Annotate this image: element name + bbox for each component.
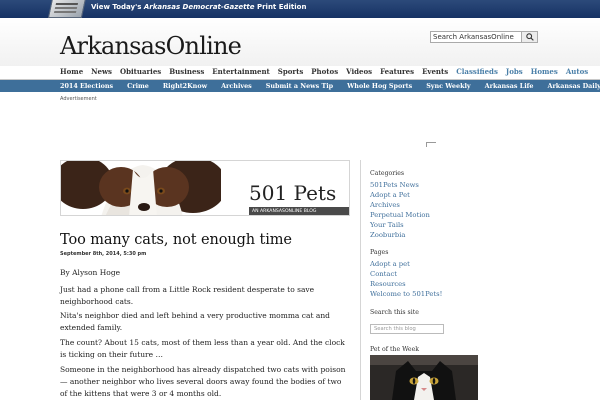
category-link-adopt-a-pet[interactable]: Adopt a Pet xyxy=(370,190,540,200)
magnifier-icon xyxy=(525,33,534,41)
article-paragraph: Just had a phone call from a Little Rock… xyxy=(60,285,315,306)
page-link-welcome[interactable]: Welcome to 501Pets! xyxy=(370,289,540,299)
nav-item-classifieds[interactable]: Classifieds xyxy=(456,67,498,79)
main-nav: Home News Obituaries Business Entertainm… xyxy=(60,67,588,79)
article-date: September 8th, 2014, 5:30 pm xyxy=(60,251,147,257)
nav-item-homes[interactable]: Homes xyxy=(531,67,558,79)
nav-item-photos[interactable]: Photos xyxy=(311,67,338,79)
subnav-item-whole-hog[interactable]: Whole Hog Sports xyxy=(347,82,412,90)
sidebar-pages: Pages Adopt a pet Contact Resources Welc… xyxy=(370,249,540,299)
nav-item-entertainment[interactable]: Entertainment xyxy=(212,67,270,79)
print-edition-bar[interactable]: View Today's Arkansas Democrat-Gazette P… xyxy=(0,0,600,18)
sidebar-categories: Categories 501Pets News Adopt a Pet Arch… xyxy=(370,170,540,240)
dog-photo xyxy=(61,161,221,215)
search-button[interactable] xyxy=(522,31,538,43)
print-edition-link[interactable]: View Today's Arkansas Democrat-Gazette P… xyxy=(91,3,306,11)
nav-item-home[interactable]: Home xyxy=(60,67,83,79)
article-title[interactable]: Too many cats, not enough time xyxy=(60,232,292,248)
subnav-item-sync-weekly[interactable]: Sync Weekly xyxy=(426,82,470,90)
pet-of-the-week-photo[interactable] xyxy=(370,355,478,400)
ad-placeholder-mark xyxy=(426,142,436,147)
site-search: Search ArkansasOnline xyxy=(430,31,538,43)
site-logo[interactable]: ArkansasOnline xyxy=(60,32,242,60)
category-link-zooburbia[interactable]: Zooburbia xyxy=(370,230,540,240)
nav-item-events[interactable]: Events xyxy=(422,67,448,79)
nav-item-sports[interactable]: Sports xyxy=(278,67,303,79)
page-link-adopt-a-pet[interactable]: Adopt a pet xyxy=(370,259,540,269)
nav-item-autos[interactable]: Autos xyxy=(566,67,588,79)
subnav-item-crime[interactable]: Crime xyxy=(127,82,149,90)
search-input[interactable]: Search ArkansasOnline xyxy=(430,31,522,43)
advertisement-label: Advertisement xyxy=(60,96,97,102)
nav-item-features[interactable]: Features xyxy=(380,67,414,79)
page-link-contact[interactable]: Contact xyxy=(370,269,540,279)
sidebar-search-heading-wrap: Search this site xyxy=(370,309,540,316)
category-link-perpetual-motion[interactable]: Perpetual Motion xyxy=(370,210,540,220)
nav-item-jobs[interactable]: Jobs xyxy=(506,67,523,79)
category-link-your-tails[interactable]: Your Tails xyxy=(370,220,540,230)
categories-heading: Categories xyxy=(370,170,405,177)
category-link-archives[interactable]: Archives xyxy=(370,200,540,210)
site-header: ArkansasOnline Search ArkansasOnline xyxy=(0,18,600,66)
blog-title: 501 Pets xyxy=(249,181,337,205)
sidebar-pet-heading-wrap: Pet of the Week xyxy=(370,346,540,353)
subnav-item-elections[interactable]: 2014 Elections xyxy=(60,82,113,90)
category-link-501pets-news[interactable]: 501Pets News xyxy=(370,180,540,190)
nav-item-news[interactable]: News xyxy=(91,67,112,79)
subnav-item-daily-deal[interactable]: Arkansas Daily Deal xyxy=(547,82,600,90)
subnav-item-archives[interactable]: Archives xyxy=(221,82,252,90)
subnav-item-news-tip[interactable]: Submit a News Tip xyxy=(266,82,333,90)
newspaper-icon xyxy=(47,0,87,18)
blog-banner[interactable]: 501 Pets AN ARKANSASONLINE BLOG xyxy=(60,160,350,216)
column-divider xyxy=(360,160,361,400)
search-site-heading: Search this site xyxy=(370,309,419,316)
subnav-item-right2know[interactable]: Right2Know xyxy=(163,82,207,90)
pages-heading: Pages xyxy=(370,249,389,256)
pet-of-the-week-heading: Pet of the Week xyxy=(370,346,420,353)
article-paragraph: Someone in the neighborhood has already … xyxy=(60,365,346,398)
article-paragraph: Nita's neighbor died and left behind a v… xyxy=(60,311,330,332)
blog-tagline: AN ARKANSASONLINE BLOG xyxy=(249,207,349,215)
sub-nav: 2014 Elections Crime Right2Know Archives… xyxy=(0,80,600,92)
subnav-item-arkansas-life[interactable]: Arkansas Life xyxy=(485,82,534,90)
nav-item-business[interactable]: Business xyxy=(169,67,204,79)
page-link-resources[interactable]: Resources xyxy=(370,279,540,289)
article-paragraph: The count? About 15 cats, most of them l… xyxy=(60,338,345,359)
blog-search-input[interactable]: Search this blog xyxy=(370,324,444,334)
nav-item-obituaries[interactable]: Obituaries xyxy=(120,67,161,79)
article-byline: By Alyson Hoge xyxy=(60,268,121,277)
nav-item-videos[interactable]: Videos xyxy=(346,67,372,79)
